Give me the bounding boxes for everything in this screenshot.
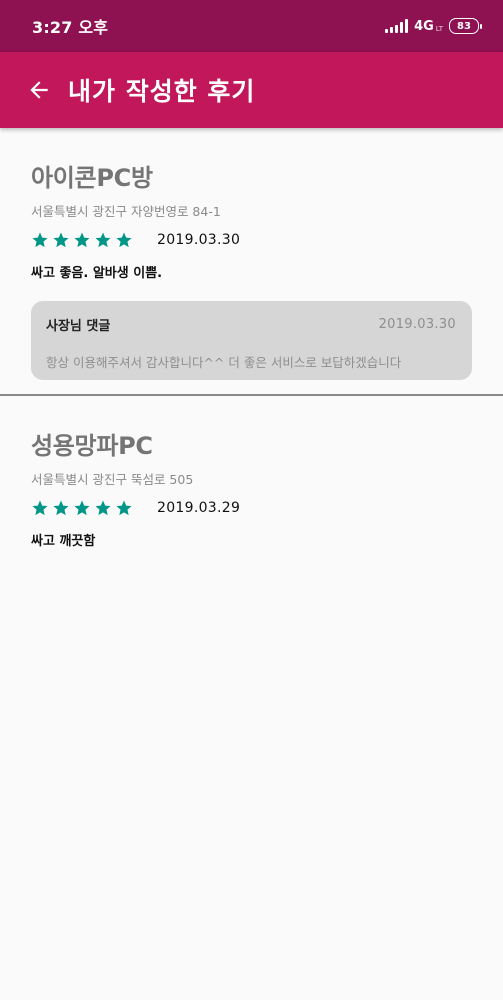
review-item[interactable]: 아이콘PC방 서울특별시 광진구 자양번영로 84-1 2019.03.30 싸… xyxy=(0,128,503,394)
reply-date: 2019.03.30 xyxy=(378,317,456,332)
network-type: 4G xyxy=(414,18,434,34)
star-icon xyxy=(74,500,90,515)
star-icon xyxy=(53,232,69,248)
status-indicators: 4G LT 83 xyxy=(385,18,482,34)
review-text: 싸고 깨끗함 xyxy=(31,533,96,549)
star-icon xyxy=(95,232,111,248)
network-sub: LT xyxy=(435,25,443,33)
review-text: 싸고 좋음. 알바생 이쁨. xyxy=(31,266,163,281)
star-icon xyxy=(95,500,111,515)
star-icon xyxy=(116,500,132,515)
page-title: 내가 작성한 후기 xyxy=(68,77,256,106)
review-date: 2019.03.30 xyxy=(157,232,241,248)
reply-text: 항상 이용해주셔서 감사합니다^^ 더 좋은 서비스로 보답하겠습니다 xyxy=(46,355,402,370)
store-name: 성용망파PC xyxy=(31,431,153,460)
arrow-left-icon[interactable] xyxy=(24,75,54,105)
signal-icon xyxy=(385,19,409,33)
reply-label: 사장님 댓글 xyxy=(46,319,111,334)
review-date: 2019.03.29 xyxy=(157,499,241,516)
star-rating xyxy=(31,231,133,249)
rating-row: 2019.03.30 xyxy=(31,231,472,249)
rating-row: 2019.03.29 xyxy=(31,499,472,517)
star-icon xyxy=(53,500,69,515)
store-address: 서울특별시 광진구 자양번영로 84-1 xyxy=(31,204,221,219)
status-time: 3:27 오후 xyxy=(32,18,109,37)
star-icon xyxy=(116,232,132,248)
owner-reply: 사장님 댓글 2019.03.30 항상 이용해주셔서 감사합니다^^ 더 좋은… xyxy=(31,301,472,380)
store-name: 아이콘PC방 xyxy=(31,164,153,192)
store-address: 서울특별시 광진구 뚝섬로 505 xyxy=(31,471,194,487)
battery-level: 83 xyxy=(457,20,471,32)
app-bar: 내가 작성한 후기 xyxy=(0,52,503,128)
reply-header: 사장님 댓글 2019.03.30 xyxy=(46,315,456,334)
star-rating xyxy=(31,499,133,517)
review-list: 아이콘PC방 서울특별시 광진구 자양번영로 84-1 2019.03.30 싸… xyxy=(0,128,503,556)
star-icon xyxy=(32,232,48,248)
battery-icon: 83 xyxy=(449,18,482,34)
review-item[interactable]: 성용망파PC 서울특별시 광진구 뚝섬로 505 2019.03.29 싸고 깨… xyxy=(0,396,503,556)
star-icon xyxy=(74,232,90,248)
status-bar: 3:27 오후 4G LT 83 xyxy=(0,0,503,52)
star-icon xyxy=(32,500,48,515)
